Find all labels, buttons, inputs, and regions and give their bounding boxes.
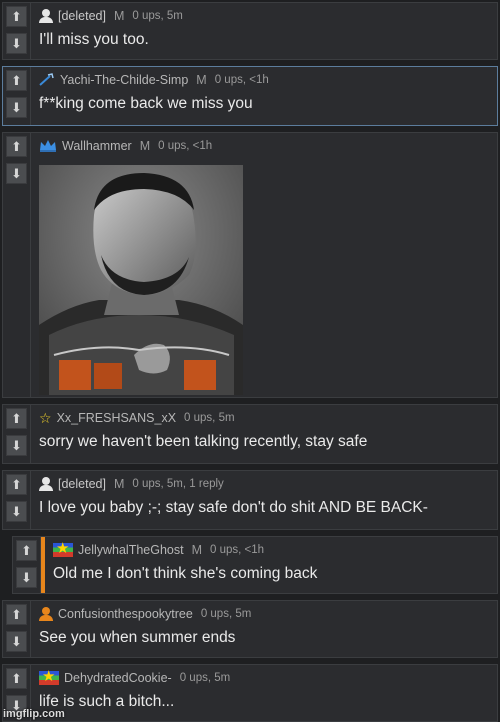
upvote-button[interactable]: ⬆ (6, 408, 27, 429)
vote-column: ⬆ ⬇ (3, 471, 31, 529)
comment-meta: 0 ups, 5m (200, 608, 252, 620)
comment-text: See you when summer ends (39, 629, 236, 646)
comment: ⬆ ⬇ Wallhammer M 0 ups, <1h (2, 132, 498, 398)
upvote-button[interactable]: ⬆ (6, 6, 27, 27)
comment-meta: 0 ups, 5m (179, 672, 231, 684)
downvote-button[interactable]: ⬇ (16, 567, 37, 588)
comment: ⬆ ⬇ ★ DehydratedCookie- 0 ups, 5m life i… (2, 664, 498, 722)
comment: ⬆ ⬇ [deleted] M 0 ups, 5m, 1 reply I lov… (2, 470, 498, 530)
username[interactable]: [deleted] (58, 477, 106, 491)
upvote-button[interactable]: ⬆ (6, 70, 27, 91)
upvote-button[interactable]: ⬆ (6, 604, 27, 625)
comment: ⬆ ⬇ Yachi-The-Childe-Simp M 0 ups, <1h f… (2, 66, 498, 126)
comment-header: ★ JellywhalTheGhost M 0 ups, <1h (53, 541, 265, 558)
downvote-button[interactable]: ⬇ (6, 435, 27, 456)
comment-header: [deleted] M 0 ups, 5m (39, 8, 183, 24)
comment-header: ★ DehydratedCookie- 0 ups, 5m (39, 669, 231, 686)
comment-text: f**king come back we miss you (39, 95, 253, 112)
person-icon (39, 477, 53, 491)
person-icon (39, 9, 53, 23)
comment: ⬆ ⬇ [deleted] M 0 ups, 5m I'll miss you … (2, 2, 498, 60)
comment: ⬆ ⬇ Confusionthespookytree 0 ups, 5m See… (2, 600, 498, 658)
mod-badge: M (113, 9, 125, 23)
vote-column: ⬆ ⬇ (3, 601, 31, 657)
downvote-button[interactable]: ⬇ (6, 33, 27, 54)
username[interactable]: DehydratedCookie- (64, 671, 172, 685)
vote-column: ⬆ ⬇ (3, 405, 31, 463)
comment-text: sorry we haven't been talking recently, … (39, 433, 368, 450)
crown-icon (40, 140, 56, 152)
gigachad-meme-image (39, 165, 243, 395)
orange-person-icon (39, 607, 53, 621)
upvote-button[interactable]: ⬆ (6, 474, 27, 495)
username[interactable]: JellywhalTheGhost (78, 543, 184, 557)
vote-column: ⬆ ⬇ (3, 3, 31, 59)
mod-badge: M (196, 73, 207, 87)
reply-indicator (41, 537, 45, 593)
username[interactable]: Wallhammer (62, 139, 132, 153)
flag-icon: ★ (53, 541, 73, 557)
downvote-button[interactable]: ⬇ (6, 97, 27, 118)
vote-column: ⬆ ⬇ (3, 133, 31, 397)
upvote-button[interactable]: ⬆ (16, 540, 37, 561)
username[interactable]: [deleted] (58, 9, 106, 23)
flag-icon: ★ (39, 669, 59, 685)
comment-text: I love you baby ;-; stay safe don't do s… (39, 499, 428, 516)
upvote-button[interactable]: ⬆ (6, 668, 27, 689)
star-icon: ☆ (39, 410, 52, 426)
upvote-button[interactable]: ⬆ (6, 136, 27, 157)
imgflip-watermark: imgflip.com (3, 708, 65, 720)
comment: ⬆ ⬇ ☆ Xx_FRESHSANS_xX 0 ups, 5m sorry we… (2, 404, 498, 464)
comment-meta: 0 ups, <1h (214, 74, 269, 86)
comment-text: Old me I don't think she's coming back (53, 565, 318, 582)
comment-meta: 0 ups, <1h (158, 140, 213, 152)
downvote-button[interactable]: ⬇ (6, 501, 27, 522)
comment-header: Confusionthespookytree 0 ups, 5m (39, 606, 251, 622)
comment-image[interactable] (39, 165, 243, 395)
comment-header: ☆ Xx_FRESHSANS_xX 0 ups, 5m (39, 410, 235, 426)
comment-meta: 0 ups, 5m, 1 reply (132, 478, 224, 490)
comment-meta: 0 ups, 5m (184, 412, 235, 424)
username[interactable]: Xx_FRESHSANS_xX (57, 411, 176, 425)
comment-header: Yachi-The-Childe-Simp M 0 ups, <1h (39, 72, 269, 88)
comment-text: I'll miss you too. (39, 31, 149, 48)
mod-badge: M (139, 139, 151, 153)
reply-comment: ⬆ ⬇ ★ JellywhalTheGhost M 0 ups, <1h Old… (12, 536, 498, 594)
comment-meta: 0 ups, 5m (132, 10, 183, 22)
comment-header: [deleted] M 0 ups, 5m, 1 reply (39, 476, 224, 492)
vote-column: ⬆ ⬇ (3, 67, 31, 125)
downvote-button[interactable]: ⬇ (6, 163, 27, 184)
mod-badge: M (191, 543, 203, 557)
comment-meta: 0 ups, <1h (210, 544, 265, 556)
sword-icon (39, 73, 54, 86)
mod-badge: M (113, 477, 125, 491)
vote-column: ⬆ ⬇ (13, 537, 41, 593)
downvote-button[interactable]: ⬇ (6, 631, 27, 652)
username[interactable]: Yachi-The-Childe-Simp (60, 73, 188, 87)
comment-header: Wallhammer M 0 ups, <1h (39, 138, 212, 154)
username[interactable]: Confusionthespookytree (58, 607, 193, 621)
